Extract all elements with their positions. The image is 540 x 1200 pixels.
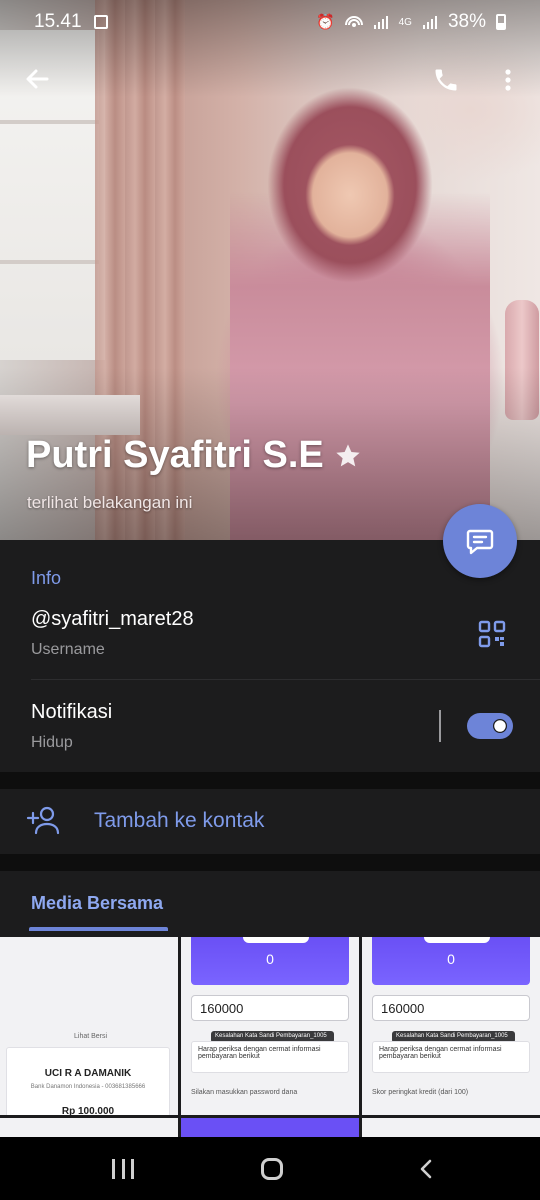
nav-back-icon[interactable]: [416, 1159, 436, 1179]
media-thumbnail-partial[interactable]: [181, 1118, 359, 1138]
username-value[interactable]: @syafitri_maret28: [31, 608, 194, 631]
qr-code-icon: [478, 620, 506, 648]
alarm-icon: ⏰: [315, 14, 335, 31]
profile-name-text: Putri Syafitri S.E: [26, 434, 324, 476]
thumbnail-amount: 160000: [372, 995, 530, 1021]
phone-icon: [435, 69, 457, 91]
thumbnail-balance: 0: [447, 951, 455, 967]
system-nav-bar: [0, 1137, 540, 1200]
thumbnail-balance: 0: [266, 951, 274, 967]
shared-media-section: Media Bersama Lihat Bersi UCI R A DAMANI…: [0, 871, 540, 1138]
info-section: Info @syafitri_maret28 Username Notifika…: [0, 540, 540, 772]
hotspot-icon: [344, 16, 363, 27]
last-seen-status: terlihat belakangan ini: [27, 493, 193, 512]
media-thumbnail-partial[interactable]: [362, 1118, 540, 1138]
add-contact-row[interactable]: Tambah ke kontak: [0, 789, 540, 854]
notification-state: Hidup: [31, 734, 73, 751]
notification-toggle[interactable]: [467, 713, 513, 739]
recent-apps-icon: [112, 1159, 115, 1179]
battery-icon: [496, 14, 506, 30]
qr-code-button[interactable]: [478, 620, 506, 648]
thumbnail-card: Harap periksa dengan cermat informasi pe…: [372, 1041, 530, 1073]
more-vertical-icon: [505, 69, 511, 91]
thumbnail-hint: Silakan masukkan password dana: [191, 1089, 298, 1096]
status-time: 15.41: [34, 11, 82, 32]
recent-apps-icon-bar: [121, 1159, 125, 1179]
info-divider: [31, 679, 540, 680]
notification-check-icon: [93, 15, 108, 29]
network-type: 4G: [398, 16, 412, 28]
receipt-bank: Bank Danamon Indonesia - 003681385666: [30, 1084, 146, 1090]
recent-apps-icon-bar: [131, 1159, 134, 1179]
username-label: Username: [31, 641, 105, 658]
receipt-amount: Rp 100.000: [61, 1106, 115, 1115]
media-grid: Lihat Bersi UCI R A DAMANIK Bank Danamon…: [0, 937, 540, 1138]
battery-percent: 38%: [447, 11, 486, 32]
status-bar: 15.41 ⏰ 4G 38%: [0, 0, 540, 44]
arrow-left-icon: [26, 69, 49, 89]
add-person-icon: [26, 806, 60, 835]
message-icon: [466, 529, 494, 555]
signal-icon-2: [422, 16, 437, 29]
toggle-separator: [439, 710, 441, 742]
media-thumbnail[interactable]: Lihat Bersi UCI R A DAMANIK Bank Danamon…: [0, 937, 178, 1115]
receipt-name: UCI R A DAMANIK: [44, 1068, 132, 1079]
info-section-title: Info: [31, 568, 62, 588]
thumbnail-banner: 0: [191, 937, 349, 985]
thumbnail-amount: 160000: [191, 995, 349, 1021]
more-options-button[interactable]: [496, 64, 520, 96]
thumbnail-card: Harap periksa dengan cermat informasi pe…: [191, 1041, 349, 1073]
tab-shared-media[interactable]: Media Bersama: [31, 893, 163, 914]
media-thumbnail-partial[interactable]: [0, 1118, 178, 1138]
recent-apps-button[interactable]: [112, 1159, 134, 1179]
thumbnail-pill: [243, 937, 309, 943]
thumbnail-header: Lihat Bersi: [74, 1033, 108, 1040]
media-thumbnail[interactable]: 0 160000 Kesalahan Kata Sandi Pembayaran…: [181, 937, 359, 1115]
toggle-knob: [490, 716, 510, 736]
star-icon: [336, 443, 360, 466]
thumbnail-pill: [424, 937, 490, 943]
thumbnail-hint: Skor peringkat kredit (dari 100): [372, 1089, 469, 1096]
transfer-receipt-card: UCI R A DAMANIK Bank Danamon Indonesia -…: [6, 1047, 170, 1115]
home-button[interactable]: [261, 1158, 283, 1180]
notification-title[interactable]: Notifikasi: [31, 701, 112, 724]
signal-icon: [373, 16, 388, 29]
back-button[interactable]: [22, 64, 52, 94]
media-thumbnail[interactable]: 0 160000 Kesalahan Kata Sandi Pembayaran…: [362, 937, 540, 1115]
active-tab-indicator: [29, 927, 168, 931]
thumbnail-banner: 0: [372, 937, 530, 985]
add-contact-label: Tambah ke kontak: [94, 809, 265, 832]
call-button[interactable]: [430, 64, 462, 96]
send-message-button[interactable]: [443, 504, 517, 578]
profile-name: Putri Syafitri S.E: [26, 434, 362, 477]
